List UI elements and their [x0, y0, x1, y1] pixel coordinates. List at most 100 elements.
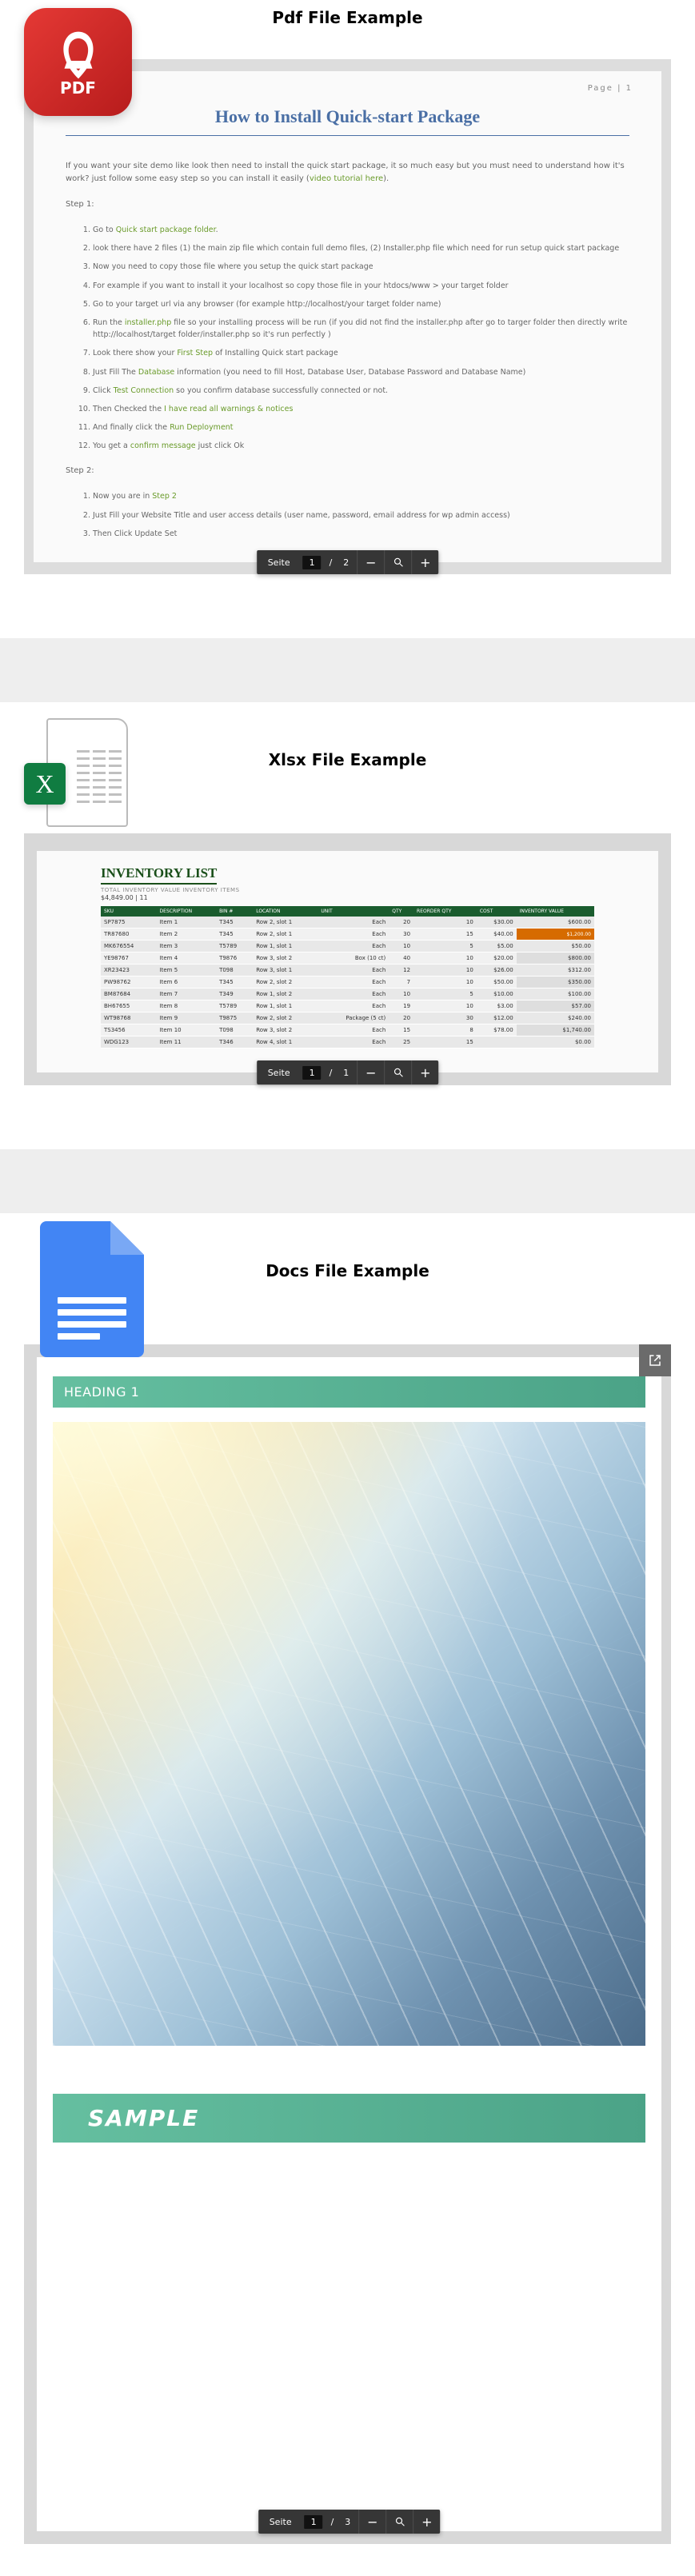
table-cell: SP7875	[101, 917, 157, 929]
inline-link[interactable]: Quick start package folder	[116, 226, 216, 234]
table-cell: $1,200.00	[517, 929, 594, 941]
table-cell: 15	[413, 929, 477, 941]
table-cell: 19	[389, 1000, 413, 1012]
list-item: look there have 2 files (1) the main zip…	[93, 242, 629, 254]
table-cell: WDG123	[101, 1036, 157, 1048]
list-item: Go to Quick start package folder.	[93, 224, 629, 236]
pager-total: 2	[335, 557, 357, 568]
table-cell: PW98762	[101, 976, 157, 988]
zoom-in-button[interactable]: +	[411, 550, 438, 574]
inline-link[interactable]: I have read all warnings & notices	[164, 405, 293, 413]
table-row: WDG123Item 11T346Row 4, slot 1Each2515$0…	[101, 1036, 594, 1048]
table-header: QTY	[389, 906, 413, 917]
docs-pager: Seite 1 / 3 − +	[258, 2510, 441, 2534]
open-external-button[interactable]	[639, 1344, 671, 1376]
inline-link[interactable]: Run Deployment	[170, 423, 233, 432]
pdf-viewer[interactable]: Page | 1 How to Install Quick-start Pack…	[24, 59, 671, 574]
table-cell: BH67655	[101, 1000, 157, 1012]
list-item: And finally click the Run Deployment	[93, 421, 629, 433]
zoom-out-button[interactable]: −	[357, 1060, 384, 1084]
zoom-out-button[interactable]: −	[358, 2510, 385, 2534]
page-indicator: Page | 1	[588, 84, 633, 93]
table-cell: $12.00	[477, 1012, 517, 1024]
table-cell: $0.00	[517, 1036, 594, 1048]
table-cell: Each	[318, 988, 389, 1000]
table-cell: $800.00	[517, 953, 594, 965]
pager-current[interactable]: 1	[305, 2515, 323, 2529]
table-header: COST	[477, 906, 517, 917]
zoom-in-button[interactable]: +	[411, 1060, 438, 1084]
table-cell: Item 1	[157, 917, 217, 929]
table-row: TS3456Item 10T098Row 3, slot 2Each158$78…	[101, 1024, 594, 1036]
table-cell: 10	[389, 988, 413, 1000]
table-cell: $20.00	[477, 953, 517, 965]
list-item: Run the installer.php file so your insta…	[93, 317, 629, 341]
zoom-reset-button[interactable]	[384, 1060, 411, 1084]
list-item: Just Fill your Website Title and user ac…	[93, 509, 629, 521]
table-header: LOCATION	[253, 906, 318, 917]
table-cell: $1,740.00	[517, 1024, 594, 1036]
table-cell: BM87684	[101, 988, 157, 1000]
video-tutorial-link[interactable]: video tutorial here	[310, 174, 383, 183]
zoom-in-button[interactable]: +	[413, 2510, 440, 2534]
zoom-out-button[interactable]: −	[357, 550, 384, 574]
inline-link[interactable]: First Step	[177, 349, 213, 357]
table-cell: T349	[216, 988, 253, 1000]
table-cell: 20	[389, 917, 413, 929]
inline-link[interactable]: Test Connection	[114, 386, 174, 395]
inline-link[interactable]: Database	[138, 368, 174, 377]
table-cell: $78.00	[477, 1024, 517, 1036]
table-row: WT98768Item 9T9875Row 2, slot 2Package (…	[101, 1012, 594, 1024]
table-cell: Each	[318, 976, 389, 988]
pager-current[interactable]: 1	[303, 556, 322, 569]
table-cell: Row 2, slot 1	[253, 929, 318, 941]
table-cell: Row 4, slot 1	[253, 1036, 318, 1048]
table-cell: T345	[216, 917, 253, 929]
table-cell: MK676554	[101, 941, 157, 953]
table-cell: Item 5	[157, 965, 217, 976]
table-cell: 25	[389, 1036, 413, 1048]
table-cell: T9876	[216, 953, 253, 965]
zoom-reset-button[interactable]	[385, 2510, 413, 2534]
table-cell: Each	[318, 1036, 389, 1048]
table-cell: 30	[389, 929, 413, 941]
docs-viewer[interactable]: HEADING 1 SAMPLE Seite 1 / 3 − +	[24, 1344, 671, 2544]
table-row: TR87680Item 2T345Row 2, slot 1Each3015$4…	[101, 929, 594, 941]
document-heading: How to Install Quick-start Package	[66, 87, 629, 136]
table-cell: $100.00	[517, 988, 594, 1000]
inline-link[interactable]: installer.php	[125, 318, 171, 327]
table-cell: Box (10 ct)	[318, 953, 389, 965]
table-cell: 5	[413, 941, 477, 953]
xlsx-viewer[interactable]: INVENTORY LIST TOTAL INVENTORY VALUE INV…	[24, 833, 671, 1085]
list-item: Click Test Connection so you confirm dat…	[93, 385, 629, 397]
table-cell: 5	[413, 988, 477, 1000]
table-cell: 10	[413, 1000, 477, 1012]
inline-link[interactable]: confirm message	[130, 441, 196, 450]
table-header: UNIT	[318, 906, 389, 917]
table-cell: Item 3	[157, 941, 217, 953]
table-row: PW98762Item 6T345Row 2, slot 2Each710$50…	[101, 976, 594, 988]
table-cell: 10	[413, 953, 477, 965]
zoom-reset-button[interactable]	[384, 550, 411, 574]
table-cell: $50.00	[477, 976, 517, 988]
list-item: Then Checked the I have read all warning…	[93, 403, 629, 415]
pager-current[interactable]: 1	[303, 1066, 322, 1080]
table-cell: Each	[318, 965, 389, 976]
table-cell: T345	[216, 976, 253, 988]
table-cell: 10	[413, 917, 477, 929]
pager-label: Seite	[257, 557, 298, 568]
xlsx-pager: Seite 1 / 1 − +	[257, 1060, 439, 1084]
excel-badge-icon: X	[24, 763, 66, 805]
table-cell	[477, 1036, 517, 1048]
pdf-icon-label: PDF	[60, 78, 96, 98]
table-cell: $57.00	[517, 1000, 594, 1012]
list-item: For example if you want to install it yo…	[93, 280, 629, 292]
list-item: You get a confirm message just click Ok	[93, 440, 629, 452]
pager-label: Seite	[258, 2517, 300, 2527]
list-item: Now you are in Step 2	[93, 490, 629, 502]
table-cell: XR23423	[101, 965, 157, 976]
table-cell: T9875	[216, 1012, 253, 1024]
google-docs-icon	[40, 1221, 144, 1357]
inline-link[interactable]: Step 2	[152, 492, 177, 501]
table-cell: 7	[389, 976, 413, 988]
